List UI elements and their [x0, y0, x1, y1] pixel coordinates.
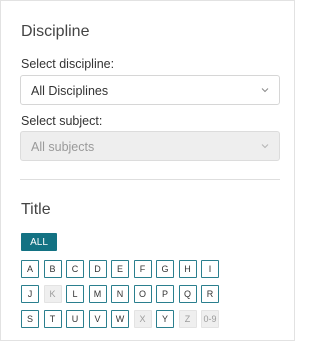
letter-filter-z: Z: [178, 310, 197, 328]
letter-filter-n[interactable]: N: [111, 285, 129, 303]
letter-filter-k: K: [43, 285, 62, 303]
letter-filter-0-9: 0-9: [201, 310, 219, 328]
letter-filter-d[interactable]: D: [88, 260, 107, 278]
discipline-select-value: All Disciplines: [31, 84, 109, 98]
letter-filter-w[interactable]: W: [111, 310, 129, 328]
letter-filter-o[interactable]: O: [133, 285, 152, 303]
letter-filter-i[interactable]: I: [201, 260, 219, 278]
filter-panel: Discipline Select discipline: All Discip…: [0, 0, 295, 341]
section-divider: [20, 179, 280, 180]
discipline-heading: Discipline: [21, 23, 90, 40]
letter-filter-u[interactable]: U: [66, 310, 84, 328]
letter-filter-y[interactable]: Y: [156, 310, 174, 328]
subject-select: All subjects: [20, 131, 280, 161]
letter-filter-q[interactable]: Q: [178, 285, 197, 303]
letter-filter-a[interactable]: A: [21, 260, 39, 278]
chevron-down-icon: [261, 144, 269, 149]
letter-filter-m[interactable]: M: [88, 285, 107, 303]
title-heading: Title: [21, 201, 51, 218]
letter-filter-j[interactable]: J: [21, 285, 39, 303]
letter-filter-e[interactable]: E: [111, 260, 129, 278]
chevron-down-icon: [261, 88, 269, 93]
discipline-select[interactable]: All Disciplines: [20, 75, 280, 105]
letter-filter-h[interactable]: H: [178, 260, 197, 278]
letter-filter-g[interactable]: G: [156, 260, 174, 278]
all-titles-button[interactable]: ALL: [21, 233, 57, 251]
letter-filter-f[interactable]: F: [133, 260, 152, 278]
letter-filter-t[interactable]: T: [43, 310, 62, 328]
subject-select-value: All subjects: [31, 140, 95, 154]
letter-filter-b[interactable]: B: [43, 260, 62, 278]
letter-filter-s[interactable]: S: [21, 310, 39, 328]
letter-filter-c[interactable]: C: [66, 260, 84, 278]
select-subject-label: Select subject:: [21, 114, 103, 128]
letter-filter-r[interactable]: R: [201, 285, 219, 303]
letter-filter-x: X: [133, 310, 152, 328]
letter-filter-l[interactable]: L: [66, 285, 84, 303]
letter-filter-p[interactable]: P: [156, 285, 174, 303]
select-discipline-label: Select discipline:: [21, 57, 115, 71]
letter-filter-v[interactable]: V: [88, 310, 107, 328]
